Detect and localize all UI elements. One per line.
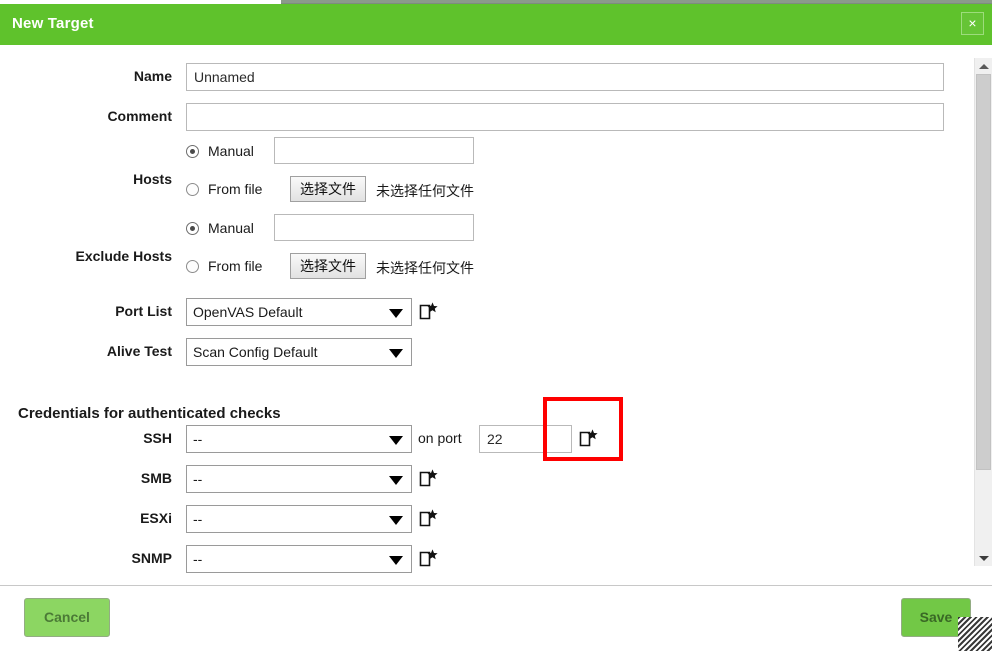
dialog-header: New Target ×	[0, 4, 992, 45]
comment-input[interactable]	[186, 103, 944, 131]
snmp-select-wrap: --	[186, 545, 412, 573]
snmp-label: SNMP	[131, 550, 172, 566]
row-port-list: Port List OpenVAS Default	[0, 298, 960, 326]
row-exclude-hosts: Exclude Hosts Manual From file 选择文件 未选择任…	[0, 214, 960, 296]
ssh-label: SSH	[143, 430, 172, 446]
resize-grip-icon[interactable]	[958, 617, 992, 651]
exclude-hosts-file-status: 未选择任何文件	[376, 260, 474, 276]
new-esxi-credential-icon[interactable]	[419, 509, 438, 528]
smb-select-wrap: --	[186, 465, 412, 493]
row-alive-test: Alive Test Scan Config Default	[0, 338, 960, 366]
hosts-manual-input[interactable]	[274, 137, 474, 164]
hosts-from-file-radio[interactable]	[186, 183, 199, 196]
dialog-body: Name Comment Hosts Manual From file 选择文件…	[0, 45, 992, 582]
row-credential-snmp: SNMP --	[0, 545, 960, 573]
esxi-credential-select[interactable]: --	[186, 505, 412, 533]
ssh-select-wrap: --	[186, 425, 412, 453]
scroll-up-arrow-icon	[979, 64, 989, 69]
scroll-down-arrow-icon	[979, 556, 989, 561]
new-ssh-credential-icon[interactable]	[579, 429, 598, 448]
row-name: Name	[0, 63, 960, 91]
exclude-hosts-label: Exclude Hosts	[75, 248, 172, 264]
row-credential-ssh: SSH -- on port	[0, 425, 960, 453]
cancel-button[interactable]: Cancel	[24, 598, 110, 637]
name-input[interactable]	[186, 63, 944, 91]
credentials-section-heading: Credentials for authenticated checks	[18, 405, 281, 422]
new-port-list-icon[interactable]	[419, 302, 438, 321]
row-credential-esxi: ESXi --	[0, 505, 960, 533]
ssh-port-input[interactable]	[479, 425, 572, 453]
esxi-select-wrap: --	[186, 505, 412, 533]
exclude-hosts-manual-label: Manual	[208, 220, 254, 236]
hosts-manual-radio[interactable]	[186, 145, 199, 158]
hosts-label: Hosts	[133, 171, 172, 187]
port-list-select-wrap: OpenVAS Default	[186, 298, 412, 326]
scrollbar-up-button[interactable]	[975, 58, 992, 74]
exclude-hosts-manual-radio[interactable]	[186, 222, 199, 235]
exclude-hosts-manual-input[interactable]	[274, 214, 474, 241]
exclude-hosts-from-file-label: From file	[208, 258, 263, 274]
exclude-hosts-choose-file-button[interactable]: 选择文件	[290, 253, 366, 279]
dialog-title: New Target	[12, 15, 94, 32]
comment-label: Comment	[107, 108, 172, 124]
vertical-scrollbar[interactable]	[974, 58, 992, 566]
snmp-credential-select[interactable]: --	[186, 545, 412, 573]
scrollbar-thumb[interactable]	[976, 74, 991, 470]
exclude-hosts-from-file-radio[interactable]	[186, 260, 199, 273]
smb-credential-select[interactable]: --	[186, 465, 412, 493]
hosts-choose-file-button[interactable]: 选择文件	[290, 176, 366, 202]
close-button[interactable]: ×	[961, 12, 984, 35]
smb-label: SMB	[140, 470, 172, 486]
name-label: Name	[133, 68, 172, 84]
row-credential-smb: SMB --	[0, 465, 960, 493]
scrollbar-down-button[interactable]	[975, 550, 992, 566]
new-snmp-credential-icon[interactable]	[419, 549, 438, 568]
hosts-from-file-label: From file	[208, 181, 263, 197]
port-list-label: Port List	[115, 303, 172, 319]
row-hosts: Hosts Manual From file 选择文件 未选择任何文件	[0, 137, 960, 219]
esxi-label: ESXi	[140, 510, 172, 526]
alive-test-select-wrap: Scan Config Default	[186, 338, 412, 366]
row-comment: Comment	[0, 103, 960, 131]
ssh-credential-select[interactable]: --	[186, 425, 412, 453]
hosts-manual-label: Manual	[208, 143, 254, 159]
hosts-file-status: 未选择任何文件	[376, 183, 474, 199]
alive-test-label: Alive Test	[106, 343, 172, 359]
new-smb-credential-icon[interactable]	[419, 469, 438, 488]
alive-test-select[interactable]: Scan Config Default	[186, 338, 412, 366]
dialog-footer: Cancel Save	[0, 586, 992, 651]
on-port-label: on port	[418, 430, 462, 446]
port-list-select[interactable]: OpenVAS Default	[186, 298, 412, 326]
close-icon: ×	[968, 15, 977, 31]
